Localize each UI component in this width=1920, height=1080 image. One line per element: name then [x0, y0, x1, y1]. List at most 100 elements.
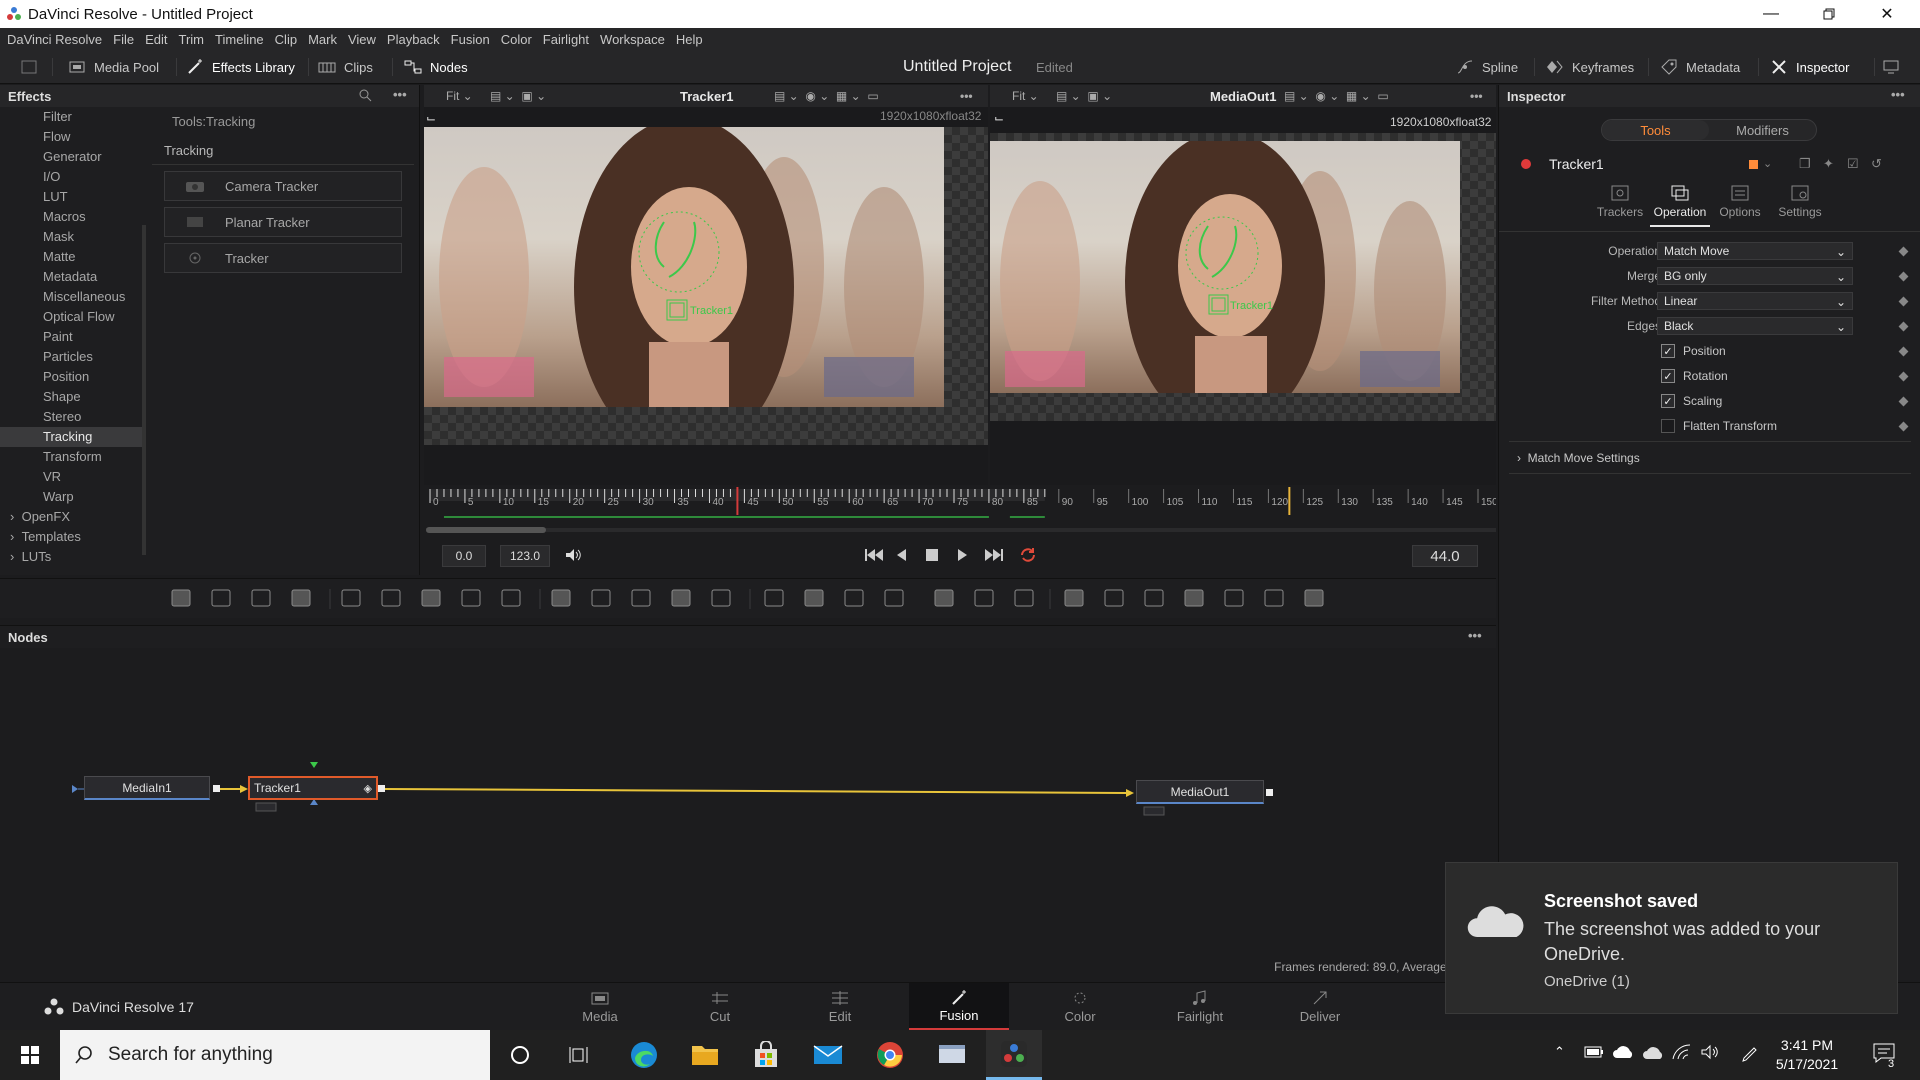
start-button[interactable]	[2, 1030, 58, 1080]
menu-davinci-resolve[interactable]: DaVinci Resolve	[7, 32, 102, 47]
tree-item-miscellaneous[interactable]: Miscellaneous	[0, 287, 145, 307]
wifi-icon[interactable]	[1672, 1044, 1692, 1060]
keyframes-button[interactable]: Keyframes	[1546, 50, 1634, 84]
node-tracker1[interactable]: Tracker1 ◈	[248, 776, 378, 800]
tree-item-mask[interactable]: Mask	[0, 227, 145, 247]
polygon-mask-icon[interactable]	[844, 589, 864, 607]
fbx-icon[interactable]	[1304, 589, 1324, 607]
tree-item-lut[interactable]: LUT	[0, 187, 145, 207]
more-options-icon[interactable]: •••	[1468, 628, 1482, 643]
current-frame-field[interactable]: 44.0	[1412, 545, 1478, 567]
tree-item-optical-flow[interactable]: Optical Flow	[0, 307, 145, 327]
tree-group-templates[interactable]: › Templates	[0, 527, 145, 547]
viewer-options-icons[interactable]: ▤ ⌄ ◉ ⌄ ▦ ⌄ ▭	[1284, 89, 1389, 103]
menu-fairlight[interactable]: Fairlight	[543, 32, 589, 47]
scaling-checkbox[interactable]: ✓	[1661, 394, 1675, 408]
tab-trackers[interactable]: Trackers	[1590, 185, 1650, 227]
go-to-start-icon[interactable]	[864, 547, 884, 563]
tree-item-warp[interactable]: Warp	[0, 487, 145, 507]
page-fairlight[interactable]: Fairlight	[1150, 983, 1250, 1031]
rotation-checkbox[interactable]: ✓	[1661, 369, 1675, 383]
fit-dropdown[interactable]: Fit ⌄	[446, 89, 473, 103]
tab-tools[interactable]: Tools	[1602, 120, 1709, 140]
keyframe-icon[interactable]	[1898, 371, 1909, 381]
keyframe-icon[interactable]	[1898, 346, 1909, 356]
camera3d-icon[interactable]	[1104, 589, 1124, 607]
viewer-layout-icon[interactable]: ▤ ⌄ ▣ ⌄	[1056, 89, 1112, 103]
reset-icon[interactable]: ↺	[1871, 156, 1882, 172]
onedrive-sync-icon[interactable]	[1612, 1044, 1634, 1060]
nodes-button[interactable]: Nodes	[404, 50, 468, 84]
taskbar-search-box[interactable]: Search for anything	[60, 1030, 490, 1080]
scrollbar-thumb[interactable]	[426, 527, 546, 533]
spline-button[interactable]: Spline	[1456, 50, 1518, 84]
battery-icon[interactable]	[1584, 1046, 1604, 1058]
text3d-icon[interactable]	[1144, 589, 1164, 607]
bspline-mask-icon[interactable]	[884, 589, 904, 607]
node-color-swatch[interactable]	[1749, 159, 1758, 169]
versions-icon[interactable]: ❐	[1799, 156, 1811, 172]
pen-icon[interactable]	[1740, 1044, 1760, 1064]
node-enable-dot[interactable]	[1521, 159, 1531, 169]
loop-icon[interactable]	[1018, 546, 1038, 564]
tab-modifiers[interactable]: Modifiers	[1709, 120, 1816, 140]
channel-boolean-icon[interactable]	[501, 589, 521, 607]
page-media[interactable]: Media	[550, 983, 650, 1031]
restore-button[interactable]	[1800, 0, 1858, 28]
menu-timeline[interactable]: Timeline	[215, 32, 264, 47]
tree-item-vr[interactable]: VR	[0, 467, 145, 487]
rectangle-mask-icon[interactable]	[764, 589, 784, 607]
viewer-layout-icon[interactable]: ▤ ⌄ ▣ ⌄	[490, 89, 546, 103]
effects-library-button[interactable]: Effects Library	[186, 50, 295, 84]
tree-item-generator[interactable]: Generator	[0, 147, 145, 167]
cortana-button[interactable]	[492, 1030, 548, 1080]
menu-playback[interactable]: Playback	[387, 32, 440, 47]
keyframe-icon[interactable]	[1898, 321, 1909, 331]
tree-item-particles[interactable]: Particles	[0, 347, 145, 367]
keyframe-icon[interactable]	[1898, 296, 1909, 306]
brightness-icon[interactable]	[461, 589, 481, 607]
tool-camera-tracker[interactable]: Camera Tracker	[164, 171, 402, 201]
viewer-right-canvas[interactable]: ⌙ 1920x1080xfloat32 Tracker1	[990, 107, 1496, 485]
tree-item-filter[interactable]: Filter	[0, 107, 145, 127]
pdirectional-icon[interactable]	[1014, 589, 1034, 607]
menu-fusion[interactable]: Fusion	[451, 32, 490, 47]
taskbar-edge[interactable]	[616, 1030, 672, 1080]
tree-item-transform[interactable]: Transform	[0, 447, 145, 467]
tree-item-paint[interactable]: Paint	[0, 327, 145, 347]
chevron-up-icon[interactable]: ⌃	[1554, 1044, 1565, 1060]
matte-icon[interactable]	[631, 589, 651, 607]
fit-dropdown[interactable]: Fit ⌄	[1012, 89, 1039, 103]
tree-item-metadata[interactable]: Metadata	[0, 267, 145, 287]
taskbar-file-explorer[interactable]	[677, 1030, 733, 1080]
tab-operation[interactable]: Operation	[1650, 185, 1710, 227]
tab-options[interactable]: Options	[1710, 185, 1770, 227]
timeline-scrollbar[interactable]	[424, 522, 1496, 534]
filter-method-dropdown[interactable]: Linear ⌄	[1657, 292, 1853, 310]
lock-icon[interactable]: ☑	[1847, 156, 1859, 172]
keyframe-icon[interactable]	[1898, 271, 1909, 281]
viewer-options-icons[interactable]: ▤ ⌄ ◉ ⌄ ▦ ⌄ ▭	[774, 89, 879, 103]
pin-icon[interactable]: ✦	[1823, 156, 1834, 172]
prender-icon[interactable]	[974, 589, 994, 607]
metadata-button[interactable]: Metadata	[1660, 50, 1740, 84]
loader-icon[interactable]	[591, 589, 611, 607]
close-button[interactable]: ✕	[1858, 0, 1916, 28]
stop-icon[interactable]	[924, 547, 940, 563]
resize-icon[interactable]	[711, 589, 731, 607]
page-fusion[interactable]: Fusion	[909, 983, 1009, 1031]
volume-icon[interactable]	[564, 547, 582, 563]
light3d-icon[interactable]	[1184, 589, 1204, 607]
menu-trim[interactable]: Trim	[179, 32, 205, 47]
more-options-icon[interactable]: •••	[1470, 89, 1483, 103]
go-to-end-icon[interactable]	[984, 547, 1004, 563]
background-icon[interactable]	[171, 589, 191, 607]
menu-file[interactable]: File	[113, 32, 134, 47]
play-icon[interactable]	[954, 547, 970, 563]
merge-icon[interactable]	[551, 589, 571, 607]
task-view-button[interactable]	[552, 1030, 608, 1080]
play-reverse-icon[interactable]	[894, 547, 910, 563]
render-end-field[interactable]: 123.0	[500, 545, 550, 567]
shape3d-icon[interactable]	[1064, 589, 1084, 607]
pemitter-icon[interactable]	[934, 589, 954, 607]
